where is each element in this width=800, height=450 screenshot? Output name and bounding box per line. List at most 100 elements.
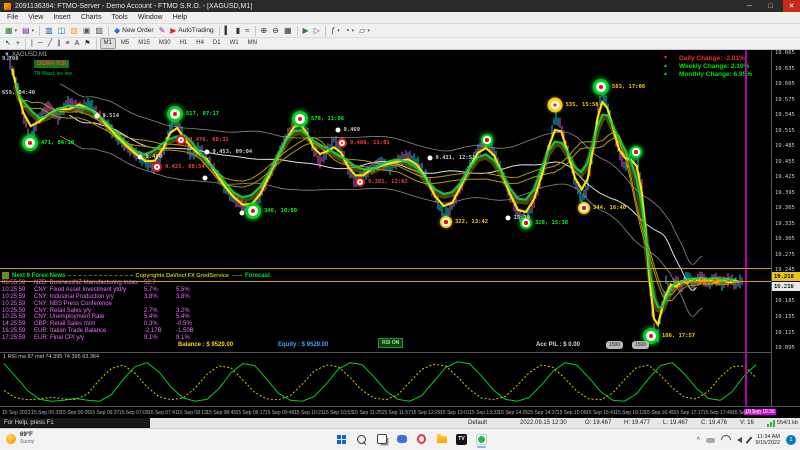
signal-dot-marker	[203, 176, 208, 181]
signal-core	[634, 150, 637, 153]
arrange-windows-button[interactable]: ▦	[282, 26, 294, 36]
dropdown-arrow-icon: ▾	[337, 28, 340, 34]
dropdown-arrow-icon: ▾	[352, 28, 355, 34]
menu-item-insert[interactable]: Insert	[48, 14, 76, 21]
vertical-line-button[interactable]: |	[29, 39, 35, 49]
templates-button[interactable]: ▱▾	[357, 26, 372, 36]
close-button[interactable]: ✕	[783, 0, 800, 12]
profiles-button[interactable]: ▤▾	[20, 26, 36, 36]
periods-button[interactable]: ◔▾	[343, 26, 356, 36]
account-pill-button[interactable]: 1500	[632, 341, 649, 349]
equity-text: Equity : $ 9529.00	[278, 342, 328, 348]
weather-widget[interactable]: 69°F Sunny	[6, 432, 34, 446]
start-button[interactable]	[334, 431, 349, 447]
time-axis-label: 15 Sep 14:37	[528, 410, 558, 416]
menu-item-help[interactable]: Help	[168, 14, 192, 21]
status-bar: For Help, press F1 Default 2022.09.15 12…	[0, 418, 800, 428]
terminal-button[interactable]: ▣	[81, 26, 93, 36]
time-axis-label: 15 Sep 16:13	[615, 410, 645, 416]
time-axis-label: 15 Sep 07:09	[119, 410, 149, 416]
opera-button[interactable]	[414, 431, 429, 447]
strategy-tester-button[interactable]: ▨	[93, 26, 105, 36]
signal-label: 578, 11:06	[311, 116, 344, 122]
arrow-objects-button[interactable]: ⚑	[82, 39, 92, 49]
timeframe-h4-button[interactable]: H4	[192, 38, 208, 49]
menu-item-window[interactable]: Window	[133, 14, 168, 21]
timeframe-m15-button[interactable]: M15	[134, 38, 154, 49]
profile-name[interactable]: Default	[468, 418, 487, 428]
market-watch-button[interactable]: ▥	[43, 26, 55, 36]
low-value: L: 19.467	[663, 418, 688, 428]
maximize-button[interactable]: □	[762, 0, 779, 12]
zoom-out-button[interactable]: ⊖	[270, 26, 281, 36]
task-view-button[interactable]	[374, 431, 389, 447]
timeframe-m30-button[interactable]: M30	[155, 38, 175, 49]
file-explorer-icon	[437, 436, 447, 443]
menu-item-tools[interactable]: Tools	[106, 14, 132, 21]
notification-badge[interactable]: 1	[786, 435, 796, 445]
search-button[interactable]	[354, 431, 369, 447]
news-time: 10:25:59	[2, 287, 34, 293]
news-event: CNY: Retail Sales y/y	[34, 308, 144, 314]
auto-scroll-button[interactable]: ▶	[301, 26, 311, 36]
new-order-button[interactable]: ◆New Order	[112, 26, 156, 36]
tray-expand-icon[interactable]: ^	[697, 437, 700, 444]
chart-window[interactable]: ▼ XAGUSD,M1 DEMA RSI TB Macd, lev ww ▼Da…	[0, 50, 800, 418]
indicators-button[interactable]: ƒ▾	[329, 26, 342, 36]
traffic-text: 554/1 kb	[777, 419, 798, 427]
time-axis-label: 15 Sep 10:21	[294, 410, 324, 416]
minimize-button[interactable]: ─	[741, 0, 758, 12]
cursor-button[interactable]: ↖	[3, 39, 13, 49]
menu-item-charts[interactable]: Charts	[76, 14, 107, 21]
timeframe-m5-button[interactable]: M5	[117, 38, 133, 49]
signal-sell-marker	[152, 162, 162, 172]
timeframe-w1-button[interactable]: W1	[226, 38, 243, 49]
tradingview-button[interactable]: TV	[454, 431, 469, 447]
taskbar-clock[interactable]: 11:34 AM 9/15/2022	[756, 434, 780, 447]
bar-chart-button[interactable]: ▍	[223, 26, 233, 36]
search-handle-icon	[363, 441, 367, 445]
clock-time: 11:34 AM	[757, 434, 780, 440]
pen-icon[interactable]	[746, 436, 752, 443]
balance-text: Balance : $ 9529.00	[178, 342, 233, 348]
navigator-button[interactable]: ▧	[68, 26, 80, 36]
zoom-in-button[interactable]: ⊕	[259, 26, 270, 36]
autotrading-button[interactable]: ▶AutoTrading	[168, 26, 215, 36]
horizontal-line-button[interactable]: ─	[36, 39, 45, 49]
timeframe-d1-button[interactable]: D1	[209, 38, 225, 49]
timeframe-m1-button[interactable]: M1	[100, 38, 116, 49]
price-scale[interactable]: 19.218 19.210 19.66519.63519.60519.57519…	[771, 50, 800, 406]
chat-button[interactable]	[394, 431, 409, 447]
price-scale-label: 19.425	[775, 174, 795, 180]
line-chart-button[interactable]: ≈	[243, 26, 251, 36]
crosshair-button[interactable]: +	[14, 39, 22, 49]
timeframe-mn-button[interactable]: MN	[244, 38, 261, 49]
news-row: 17:25:59EUR: Final CPI y/y9.1%9.1%	[2, 334, 270, 341]
candlestick-chart-button[interactable]: ▮	[234, 26, 242, 36]
price-scale-label: 19.155	[775, 314, 795, 320]
file-explorer-button[interactable]	[434, 431, 449, 447]
menu-item-view[interactable]: View	[23, 14, 48, 21]
volume-icon[interactable]	[737, 437, 742, 443]
pane-divider[interactable]	[0, 352, 800, 353]
time-axis-label: 15 Sep 05:33	[31, 410, 61, 416]
text-button[interactable]: A	[73, 39, 82, 49]
price-scale-label: 19.545	[775, 112, 795, 118]
account-pill-button[interactable]: 1500	[606, 341, 623, 349]
crosshair-icon: +	[16, 40, 20, 48]
menu-item-file[interactable]: File	[2, 14, 23, 21]
rsi-on-toggle[interactable]: RSI ON	[378, 338, 403, 348]
new-chart-button[interactable]: ▦▾	[3, 26, 19, 36]
divider	[68, 275, 132, 276]
wifi-icon[interactable]	[719, 433, 733, 447]
data-window-button[interactable]: ◫	[56, 26, 68, 36]
onedrive-icon[interactable]	[706, 438, 715, 443]
trendline-button[interactable]: ╱	[46, 39, 54, 49]
equidistant-channel-button[interactable]: ∥	[55, 39, 63, 49]
chart-shift-button[interactable]: ▷	[312, 26, 322, 36]
fibonacci-button[interactable]: ≡	[63, 39, 71, 49]
metaeditor-button[interactable]: ✎	[157, 26, 168, 36]
signal-label: 9.425, 08:54	[165, 164, 205, 170]
timeframe-h1-button[interactable]: H1	[176, 38, 192, 49]
metatrader-button[interactable]	[474, 431, 489, 447]
